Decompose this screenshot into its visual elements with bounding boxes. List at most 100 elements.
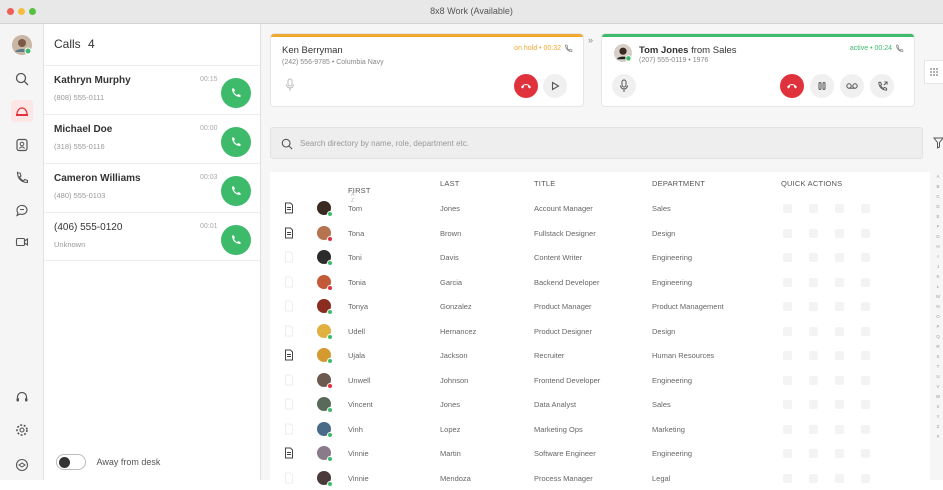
table-row[interactable]: TonaBrownFullstack DesignerDesign [270,221,930,246]
quick-call-icon[interactable] [783,474,792,483]
col-last[interactable]: LAST [440,179,460,188]
on-hold-call-card[interactable]: Ken Berryman (242) 556-9785 • Columbia N… [271,34,583,106]
quick-chat-icon[interactable] [861,204,870,213]
quick-voicemail-icon[interactable] [835,253,844,262]
document-icon[interactable] [284,423,294,435]
headset-icon[interactable] [11,386,33,408]
mute-button[interactable] [612,74,636,98]
quick-chat-icon[interactable] [861,376,870,385]
calls-nav-icon[interactable] [11,100,33,122]
document-icon[interactable] [284,447,294,459]
table-row[interactable]: VincentJonesData AnalystSales [270,392,930,417]
contacts-icon[interactable] [11,134,33,156]
quick-voicemail-icon[interactable] [835,327,844,336]
quick-video-icon[interactable] [809,229,818,238]
filter-icon[interactable] [933,137,943,149]
settings-gear-icon[interactable] [11,419,33,441]
quick-voicemail-icon[interactable] [835,302,844,311]
quick-voicemail-icon[interactable] [835,376,844,385]
quick-call-icon[interactable] [783,302,792,311]
document-icon[interactable] [284,325,294,337]
document-icon[interactable] [284,202,294,214]
resume-button[interactable] [543,74,567,98]
directory-search-bar[interactable]: Search directory by name, role, departme… [270,127,923,159]
quick-chat-icon[interactable] [861,474,870,483]
table-row[interactable]: ToniDavisContent WriterEngineering [270,245,930,270]
document-icon[interactable] [284,374,294,386]
quick-call-icon[interactable] [783,253,792,262]
transfer-button[interactable] [870,74,894,98]
quick-call-icon[interactable] [783,278,792,287]
quick-voicemail-icon[interactable] [835,425,844,434]
alphabet-index[interactable]: A B C D E F G H I J K L M N O P Q R S T … [934,172,942,480]
quick-video-icon[interactable] [809,400,818,409]
quick-voicemail-icon[interactable] [835,474,844,483]
quick-video-icon[interactable] [809,351,818,360]
document-icon[interactable] [284,349,294,361]
quick-chat-icon[interactable] [861,278,870,287]
call-item[interactable]: Cameron Williams (480) 555-0103 00:03 [44,163,260,212]
search-icon[interactable] [11,68,33,90]
quick-call-icon[interactable] [783,425,792,434]
document-icon[interactable] [284,300,294,312]
quick-call-icon[interactable] [783,204,792,213]
table-row[interactable]: VinnieMartinSoftware EngineerEngineering [270,441,930,466]
expand-chevron-icon[interactable]: » [588,35,593,45]
quick-video-icon[interactable] [809,449,818,458]
quick-video-icon[interactable] [809,425,818,434]
microphone-icon[interactable] [285,78,295,92]
quick-chat-icon[interactable] [861,425,870,434]
chat-icon[interactable] [11,199,33,221]
quick-call-icon[interactable] [783,229,792,238]
dialpad-button[interactable] [924,60,943,84]
search-input[interactable]: Search directory by name, role, departme… [300,139,469,148]
answer-call-button[interactable] [221,78,251,108]
table-row[interactable]: UjalaJacksonRecruiterHuman Resources [270,343,930,368]
quick-video-icon[interactable] [809,376,818,385]
quick-chat-icon[interactable] [861,327,870,336]
table-row[interactable]: ToniaGarciaBackend DeveloperEngineering [270,270,930,295]
phone-icon[interactable] [11,167,33,189]
quick-chat-icon[interactable] [861,253,870,262]
quick-video-icon[interactable] [809,327,818,336]
call-item[interactable]: Michael Doe (318) 555-0116 00:00 [44,114,260,163]
document-icon[interactable] [284,398,294,410]
table-row[interactable]: UdellHernancezProduct DesignerDesign [270,319,930,344]
table-row[interactable]: VinhLopezMarketing OpsMarketing [270,417,930,442]
hold-button[interactable] [810,74,834,98]
quick-video-icon[interactable] [809,474,818,483]
document-icon[interactable] [284,276,294,288]
document-icon[interactable] [284,251,294,263]
quick-chat-icon[interactable] [861,302,870,311]
video-icon[interactable] [11,231,33,253]
quick-video-icon[interactable] [809,253,818,262]
table-row[interactable]: VinnieMendozaProcess ManagerLegal [270,466,930,490]
active-call-card[interactable]: Tom Jones from Sales (207) 555-0119 • 19… [602,34,914,106]
hang-up-button[interactable] [514,74,538,98]
quick-voicemail-icon[interactable] [835,400,844,409]
quick-voicemail-icon[interactable] [835,204,844,213]
quick-call-icon[interactable] [783,351,792,360]
quick-call-icon[interactable] [783,449,792,458]
quick-chat-icon[interactable] [861,449,870,458]
table-row[interactable]: UnwellJohnsonFrontend DeveloperEngineeri… [270,368,930,393]
quick-voicemail-icon[interactable] [835,229,844,238]
quick-call-icon[interactable] [783,376,792,385]
col-title[interactable]: TITLE [534,179,555,188]
quick-chat-icon[interactable] [861,351,870,360]
col-department[interactable]: DEPARTMENT [652,179,705,188]
quick-chat-icon[interactable] [861,400,870,409]
quick-video-icon[interactable] [809,302,818,311]
quick-voicemail-icon[interactable] [835,351,844,360]
table-row[interactable]: TonyaGonzalezProduct ManagerProduct Mana… [270,294,930,319]
call-item[interactable]: Kathryn Murphy (808) 555-0111 00:15 [44,65,260,114]
call-item[interactable]: (406) 555-0120 Unknown 00:01 [44,212,260,261]
quick-video-icon[interactable] [809,204,818,213]
document-icon[interactable] [284,472,294,484]
quick-call-icon[interactable] [783,327,792,336]
answer-call-button[interactable] [221,225,251,255]
quick-chat-icon[interactable] [861,229,870,238]
answer-call-button[interactable] [221,127,251,157]
quick-voicemail-icon[interactable] [835,449,844,458]
voicemail-button[interactable] [840,74,864,98]
